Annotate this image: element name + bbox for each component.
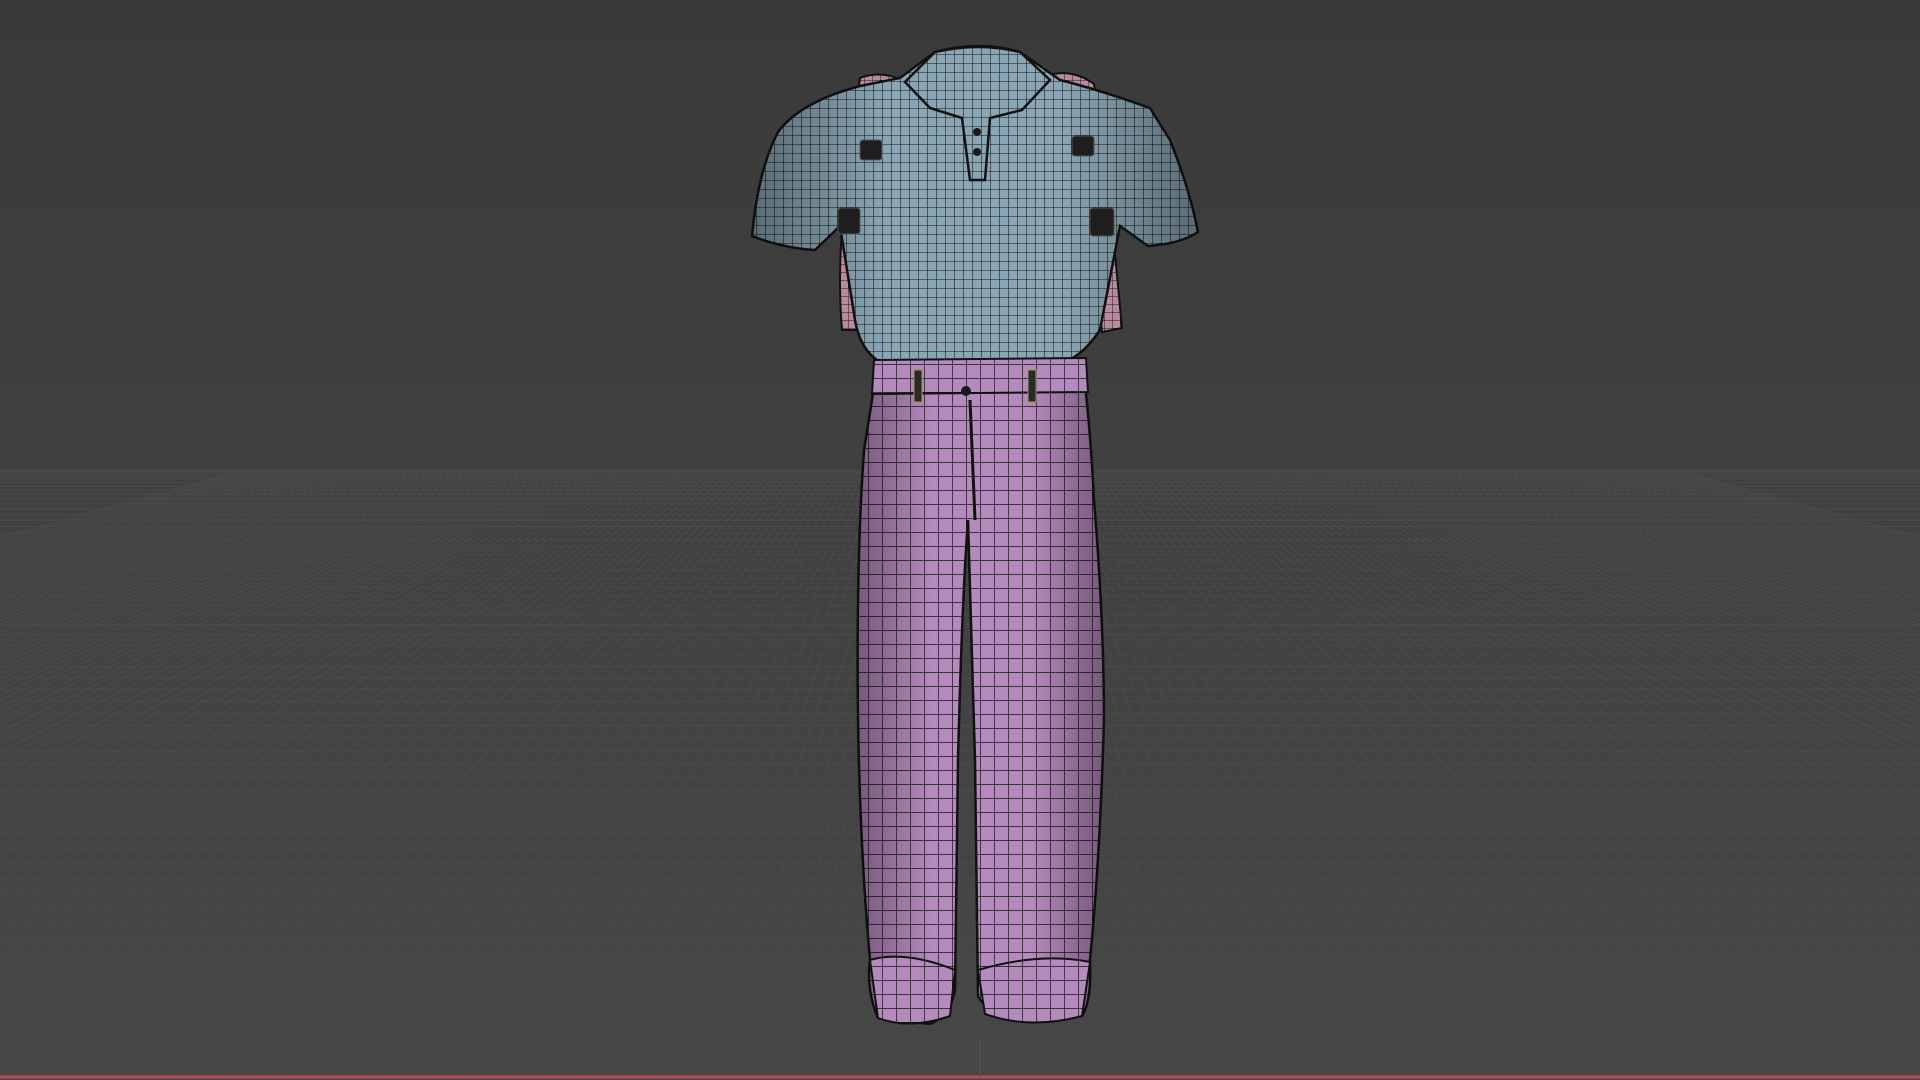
- grid-line: [1631, 469, 1920, 558]
- grid-line: [71, 469, 739, 1080]
- grid-line: [335, 469, 805, 1080]
- grid-line: [0, 469, 277, 553]
- cuff-left: [868, 955, 957, 1025]
- grid-line: [1181, 469, 1849, 1080]
- grid-line: [0, 469, 325, 575]
- grid-line: [1169, 469, 1801, 1080]
- grid-line: [1643, 469, 1920, 553]
- grid-line: [359, 469, 811, 1080]
- grid-line: [0, 469, 289, 558]
- grid-line: [1595, 469, 1920, 575]
- jeans[interactable]: [856, 356, 1106, 1026]
- grid-line: [23, 469, 727, 1080]
- polo-shirt[interactable]: [750, 44, 1200, 364]
- grid-line: [1097, 469, 1513, 1080]
- grid-line: [1397, 469, 1920, 713]
- grid-line: [1535, 469, 1920, 607]
- grid-line: [1127, 469, 1633, 1080]
- grid-line: [1061, 469, 1369, 1080]
- belt-loop: [1027, 369, 1037, 403]
- grid-line: [0, 469, 469, 664]
- 3d-viewport[interactable]: [0, 0, 1920, 1080]
- grid-line: [1307, 469, 1920, 829]
- viewport-scene[interactable]: [0, 0, 1920, 1080]
- grid-line: [0, 469, 625, 849]
- grid-line: [0, 469, 349, 587]
- grid-line: [551, 469, 859, 1080]
- grid-line: [623, 469, 877, 1080]
- grid-line: [1457, 469, 1920, 660]
- jeans-button: [961, 386, 971, 396]
- grid-line: [0, 469, 457, 655]
- grid-line: [383, 469, 817, 1080]
- grid-line: [0, 469, 523, 713]
- grid-line: [599, 469, 871, 1080]
- grid-line: [575, 469, 865, 1080]
- grid-line: [0, 469, 385, 607]
- grid-line: [119, 469, 751, 1080]
- grid-line: [239, 469, 781, 1080]
- cuff-right: [976, 957, 1092, 1024]
- shirt-button: [973, 148, 981, 156]
- grid-line: [1085, 469, 1465, 1080]
- grid-line: [647, 469, 883, 1080]
- grid-line: [0, 469, 463, 660]
- grid-line: [287, 469, 793, 1080]
- grid-line: [455, 469, 835, 1080]
- shirt-button: [973, 128, 981, 136]
- grid-line: [1115, 469, 1585, 1080]
- grid-line: [1193, 469, 1897, 1080]
- grid-line: [671, 469, 889, 1080]
- grid-line: [0, 469, 613, 829]
- grid-line: [191, 469, 769, 1080]
- grid-line: [1247, 469, 1920, 946]
- grid-line: [1163, 469, 1777, 1080]
- grid-line: [1463, 469, 1920, 655]
- grid-line: [1151, 469, 1729, 1080]
- grid-line: [1451, 469, 1920, 664]
- grid-line: [1571, 469, 1920, 587]
- grid-line: [0, 469, 673, 946]
- grid-line: [407, 469, 823, 1080]
- grid-line: [143, 469, 757, 1080]
- belt-loop: [913, 369, 923, 403]
- jeans-waistband: [870, 356, 1090, 396]
- grid-line: [1103, 469, 1537, 1080]
- grid-line: [1139, 469, 1681, 1080]
- grid-line: [1295, 469, 1920, 849]
- grid-line: [1109, 469, 1561, 1080]
